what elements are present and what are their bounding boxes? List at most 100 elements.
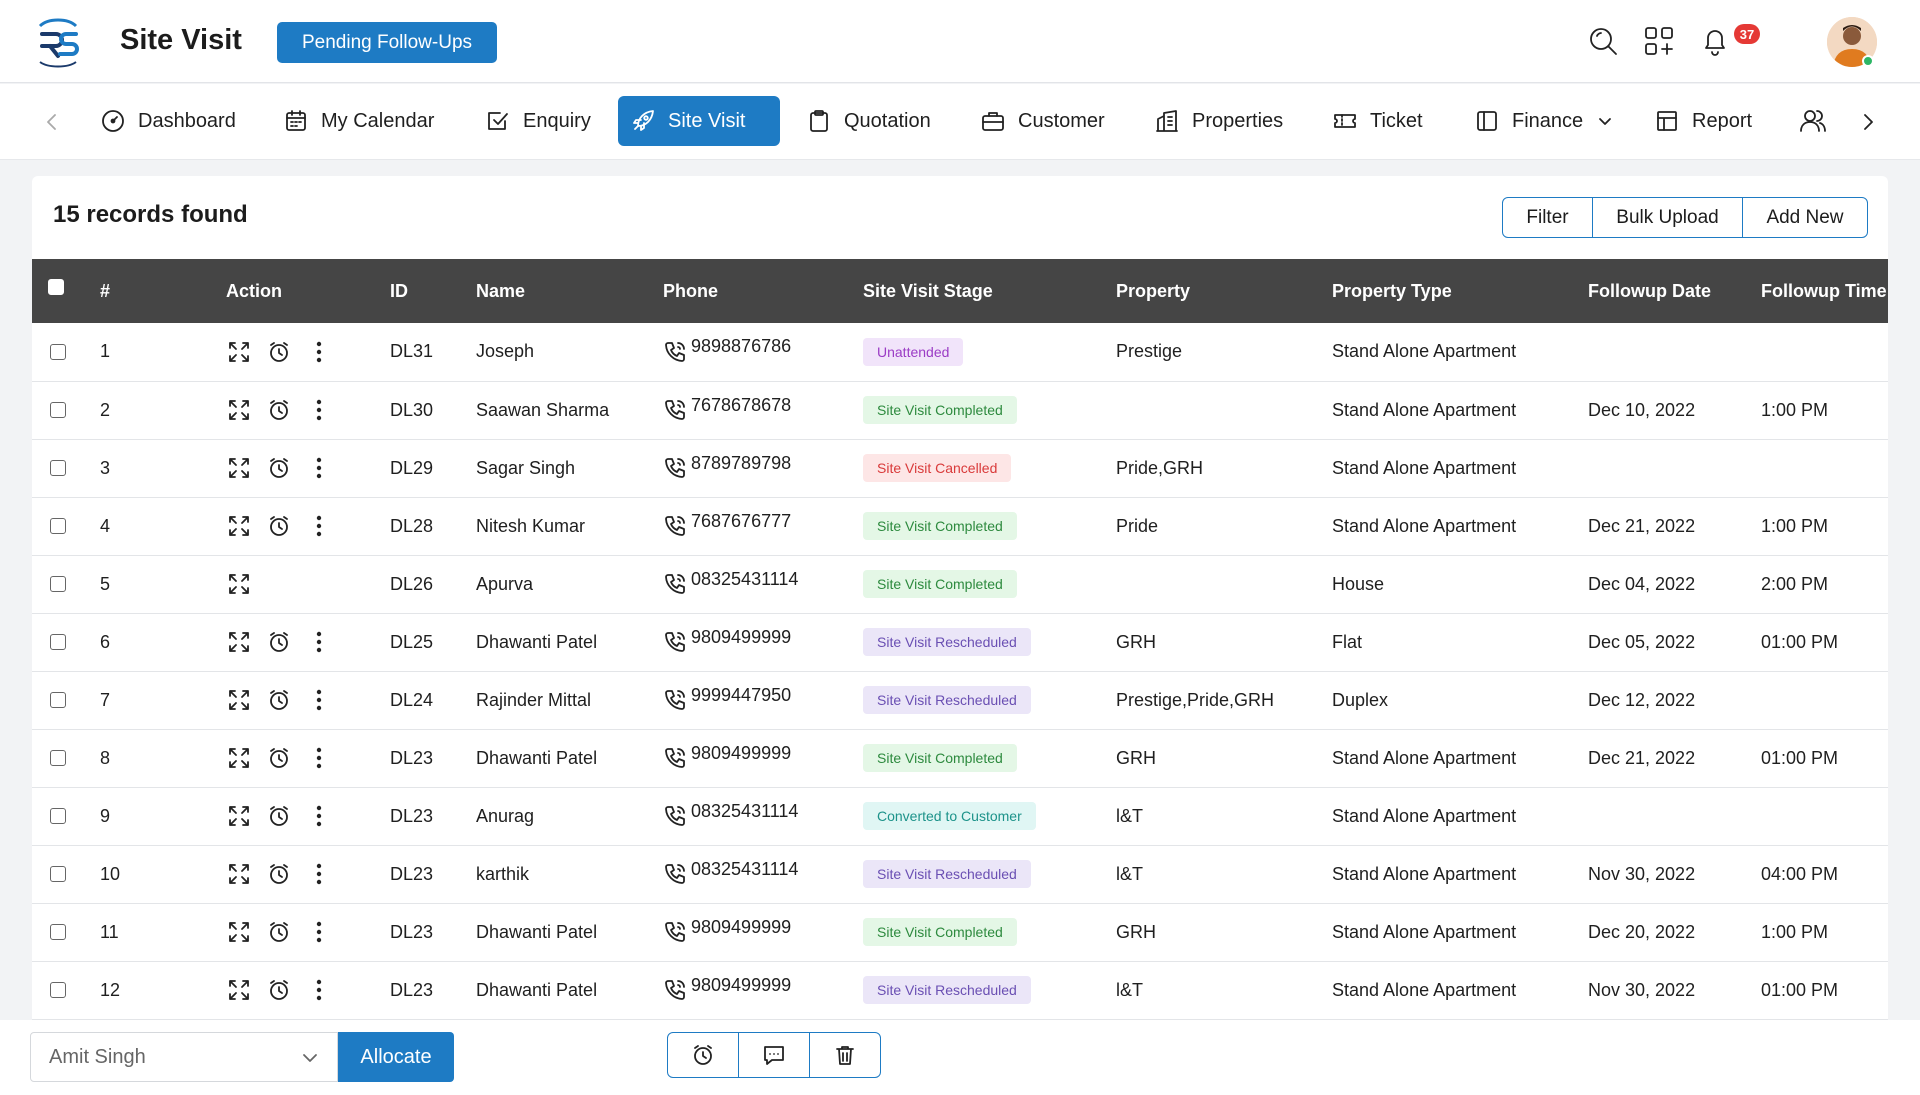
more-vertical-icon[interactable] xyxy=(306,687,332,713)
row-checkbox[interactable] xyxy=(50,576,66,592)
select-all-checkbox[interactable] xyxy=(48,279,64,295)
row-checkbox[interactable] xyxy=(50,460,66,476)
expand-icon[interactable] xyxy=(226,455,252,481)
bulk-delete-button[interactable] xyxy=(810,1033,880,1077)
row-phone[interactable]: 9809499999 xyxy=(663,917,863,944)
nav-users[interactable] xyxy=(1786,96,1852,146)
table-row[interactable]: 4 DL28 Nitesh Kumar 7687676777 Site Visit Co… xyxy=(32,497,1888,555)
expand-icon[interactable] xyxy=(226,861,252,887)
expand-icon[interactable] xyxy=(226,977,252,1003)
bulk-upload-button[interactable]: Bulk Upload xyxy=(1593,198,1743,237)
nav-ticket[interactable]: Ticket xyxy=(1320,96,1435,146)
apps-add-icon[interactable] xyxy=(1642,24,1676,58)
row-checkbox[interactable] xyxy=(50,402,66,418)
row-phone[interactable]: 7678678678 xyxy=(663,395,863,422)
expand-icon[interactable] xyxy=(226,571,252,597)
logo[interactable] xyxy=(34,16,82,72)
alarm-clock-icon[interactable] xyxy=(266,513,292,539)
row-checkbox[interactable] xyxy=(50,808,66,824)
nav-finance[interactable]: Finance xyxy=(1462,96,1625,146)
nav-label: Enquiry xyxy=(523,109,591,132)
expand-icon[interactable] xyxy=(226,339,252,365)
more-vertical-icon[interactable] xyxy=(306,455,332,481)
nav-quotation[interactable]: Quotation xyxy=(794,96,943,146)
allocate-button[interactable]: Allocate xyxy=(338,1032,454,1082)
nav-customer[interactable]: Customer xyxy=(968,96,1117,146)
expand-icon[interactable] xyxy=(226,629,252,655)
expand-icon[interactable] xyxy=(226,803,252,829)
alarm-clock-icon[interactable] xyxy=(266,339,292,365)
alarm-clock-icon[interactable] xyxy=(266,397,292,423)
expand-icon[interactable] xyxy=(226,919,252,945)
row-phone[interactable]: 08325431114 xyxy=(663,569,863,596)
row-phone[interactable]: 7687676777 xyxy=(663,511,863,538)
row-checkbox[interactable] xyxy=(50,750,66,766)
more-vertical-icon[interactable] xyxy=(306,629,332,655)
expand-icon[interactable] xyxy=(226,513,252,539)
row-checkbox[interactable] xyxy=(50,343,66,360)
row-phone[interactable]: 9809499999 xyxy=(663,627,863,654)
nav-report[interactable]: Report xyxy=(1642,96,1764,146)
bulk-message-button[interactable] xyxy=(739,1033,810,1077)
alarm-clock-icon[interactable] xyxy=(266,745,292,771)
alarm-clock-icon[interactable] xyxy=(266,977,292,1003)
expand-icon[interactable] xyxy=(226,397,252,423)
add-new-button[interactable]: Add New xyxy=(1743,198,1867,237)
nav-enquiry[interactable]: Enquiry xyxy=(473,96,603,146)
nav-prev-icon[interactable] xyxy=(40,110,64,134)
row-checkbox[interactable] xyxy=(50,982,66,998)
alarm-clock-icon[interactable] xyxy=(266,687,292,713)
more-vertical-icon[interactable] xyxy=(306,803,332,829)
row-phone[interactable]: 8789789798 xyxy=(663,453,863,480)
alarm-clock-icon[interactable] xyxy=(266,861,292,887)
row-checkbox[interactable] xyxy=(50,866,66,882)
row-phone[interactable]: 9809499999 xyxy=(663,975,863,1002)
row-followup-time: 1:00 PM xyxy=(1761,399,1829,420)
more-vertical-icon[interactable] xyxy=(306,339,332,365)
row-checkbox[interactable] xyxy=(50,692,66,708)
alarm-clock-icon[interactable] xyxy=(266,455,292,481)
filter-button[interactable]: Filter xyxy=(1503,198,1593,237)
nav-site-visit[interactable]: Site Visit xyxy=(618,96,780,146)
table-row[interactable]: 12 DL23 Dhawanti Patel 9809499999 Site Visit… xyxy=(32,961,1888,1019)
row-phone[interactable]: 9809499999 xyxy=(663,743,863,770)
more-vertical-icon[interactable] xyxy=(306,919,332,945)
table-row[interactable]: 10 DL23 karthik 08325431114 Site Visit Resch… xyxy=(32,845,1888,903)
row-checkbox[interactable] xyxy=(50,518,66,534)
table-row[interactable]: 2 DL30 Saawan Sharma 7678678678 Site Visit C… xyxy=(32,381,1888,439)
more-vertical-icon[interactable] xyxy=(306,397,332,423)
assignee-select[interactable]: Amit Singh xyxy=(30,1032,338,1082)
table-row[interactable]: 7 DL24 Rajinder Mittal 9999447950 Site Visit… xyxy=(32,671,1888,729)
expand-icon[interactable] xyxy=(226,745,252,771)
table-row[interactable]: 5 DL26 Apurva 08325431114 Site Visit Complet… xyxy=(32,555,1888,613)
bulk-reminder-button[interactable] xyxy=(668,1033,739,1077)
row-phone[interactable]: 08325431114 xyxy=(663,801,863,828)
more-vertical-icon[interactable] xyxy=(306,861,332,887)
row-phone[interactable]: 9898876786 xyxy=(663,336,863,364)
more-vertical-icon[interactable] xyxy=(306,513,332,539)
table-row[interactable]: 3 DL29 Sagar Singh 8789789798 Site Visit Can… xyxy=(32,439,1888,497)
search-icon[interactable] xyxy=(1586,24,1620,58)
more-vertical-icon[interactable] xyxy=(306,745,332,771)
table-row[interactable]: 11 DL23 Dhawanti Patel 9809499999 Site Visit… xyxy=(32,903,1888,961)
bell-icon[interactable] xyxy=(1698,24,1732,58)
alarm-clock-icon[interactable] xyxy=(266,629,292,655)
row-phone[interactable]: 08325431114 xyxy=(663,859,863,886)
row-checkbox[interactable] xyxy=(50,634,66,650)
alarm-clock-icon[interactable] xyxy=(266,919,292,945)
row-checkbox[interactable] xyxy=(50,924,66,940)
nav-next-icon[interactable] xyxy=(1856,110,1880,134)
pending-follow-ups-button[interactable]: Pending Follow-Ups xyxy=(277,22,497,63)
table-row[interactable]: 6 DL25 Dhawanti Patel 9809499999 Site Visit … xyxy=(32,613,1888,671)
nav-my-calendar[interactable]: My Calendar xyxy=(271,96,446,146)
table-row[interactable]: 8 DL23 Dhawanti Patel 9809499999 Site Visit … xyxy=(32,729,1888,787)
table-row[interactable]: 9 DL23 Anurag 08325431114 Converted to Custo… xyxy=(32,787,1888,845)
gauge-icon xyxy=(102,110,124,132)
nav-properties[interactable]: Properties xyxy=(1142,96,1295,146)
alarm-clock-icon[interactable] xyxy=(266,803,292,829)
table-row[interactable]: 1 DL31 Joseph 9898876786 Unattended Prestige S… xyxy=(32,323,1888,381)
row-phone[interactable]: 9999447950 xyxy=(663,685,863,712)
more-vertical-icon[interactable] xyxy=(306,977,332,1003)
nav-dashboard[interactable]: Dashboard xyxy=(88,96,248,146)
expand-icon[interactable] xyxy=(226,687,252,713)
